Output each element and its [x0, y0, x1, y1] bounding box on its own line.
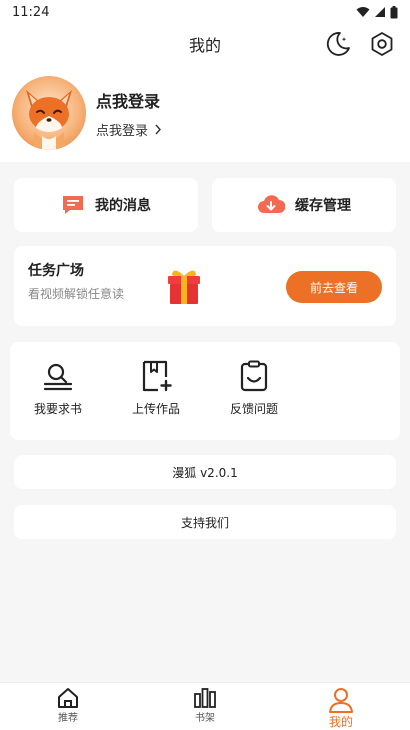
page-title: 我的: [188, 36, 221, 55]
bottom-tab-bar: 推荐 书架 我的: [0, 682, 410, 730]
battery-icon: [390, 5, 398, 18]
upload-book-icon: [142, 360, 172, 392]
message-icon: [63, 196, 83, 214]
version-label: 漫狐 v2.0.1: [172, 465, 238, 480]
tab-recommend-label: 推荐: [58, 713, 78, 724]
cache-button[interactable]: 缓存管理: [212, 178, 396, 232]
tab-bookshelf-label: 书架: [195, 713, 215, 724]
chevron-right-icon: [155, 124, 161, 134]
fox-avatar-icon: [26, 90, 72, 150]
login-link-label: 点我登录: [96, 123, 149, 139]
request-book-button[interactable]: 我要求书: [18, 360, 98, 417]
login-link[interactable]: 点我登录: [96, 120, 162, 139]
upload-work-button[interactable]: 上传作品: [116, 360, 196, 417]
settings-hexagon-icon: [371, 32, 393, 56]
support-label: 支持我们: [180, 515, 229, 530]
tab-recommend[interactable]: 推荐: [38, 687, 98, 724]
feedback-label: 反馈问题: [229, 402, 278, 416]
user-icon: [329, 688, 353, 713]
request-book-label: 我要求书: [33, 402, 82, 416]
signal-icon: [375, 7, 385, 17]
version-bar[interactable]: 漫狐 v2.0.1: [14, 455, 396, 489]
task-subtitle: 看视频解锁任意读: [28, 287, 125, 301]
support-button[interactable]: 支持我们: [14, 505, 396, 539]
profile-section[interactable]: 点我登录 点我登录: [0, 64, 410, 162]
gift-icon: [168, 270, 200, 304]
status-time: 11:24: [12, 4, 50, 20]
wifi-icon: [356, 7, 370, 17]
upload-work-label: 上传作品: [131, 402, 180, 416]
task-go-button[interactable]: 前去查看: [286, 271, 382, 303]
tab-mine[interactable]: 我的: [311, 687, 371, 730]
header: 我的: [0, 24, 410, 64]
dark-mode-button[interactable]: [322, 28, 354, 60]
feedback-clipboard-icon: [240, 360, 268, 392]
tab-mine-label: 我的: [328, 715, 353, 729]
status-icons: [356, 5, 398, 19]
moon-icon: [326, 32, 350, 56]
tools-card: 我要求书 上传作品 反馈问题: [10, 342, 400, 440]
profile-name[interactable]: 点我登录: [96, 88, 162, 112]
search-book-icon: [43, 363, 73, 391]
bookshelf-icon: [194, 688, 216, 708]
feedback-button[interactable]: 反馈问题: [214, 360, 294, 417]
settings-button[interactable]: [366, 28, 398, 60]
messages-label: 我的消息: [95, 198, 151, 214]
task-title: 任务广场: [28, 263, 84, 279]
tab-bookshelf[interactable]: 书架: [175, 687, 235, 724]
messages-button[interactable]: 我的消息: [14, 178, 198, 232]
cache-label: 缓存管理: [295, 198, 351, 214]
task-card: 任务广场 看视频解锁任意读 前去查看: [14, 246, 396, 326]
status-bar: 11:24: [0, 0, 410, 24]
profile-text: 点我登录 点我登录: [96, 88, 162, 139]
avatar[interactable]: [12, 76, 86, 150]
cloud-download-icon: [258, 195, 285, 213]
home-icon: [58, 688, 78, 708]
